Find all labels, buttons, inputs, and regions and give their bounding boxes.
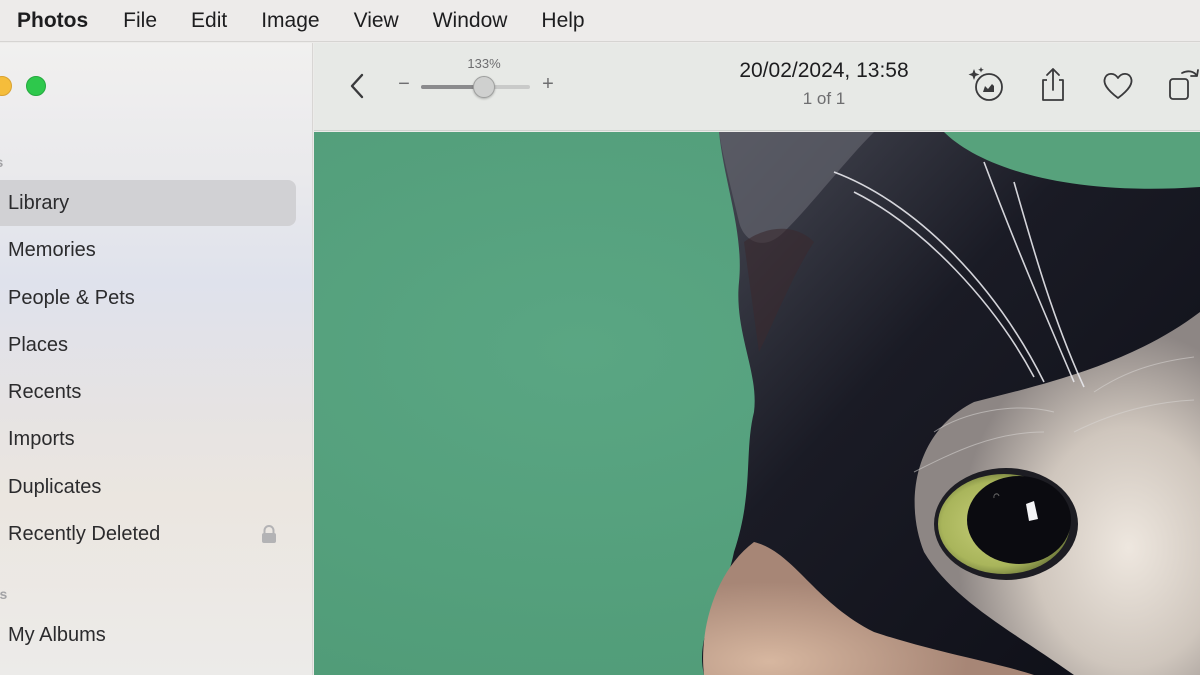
sidebar-item-memories[interactable]: Memories [0, 227, 296, 273]
sidebar-item-people-pets[interactable]: People & Pets [0, 275, 296, 321]
section-header-albums: ms [0, 586, 8, 602]
menu-photos[interactable]: Photos [0, 9, 106, 33]
zoom-slider-thumb[interactable] [473, 76, 496, 98]
share-icon[interactable] [1033, 65, 1073, 105]
sidebar-item-label: Duplicates [8, 475, 102, 498]
sidebar-item-library[interactable]: Library [0, 180, 296, 226]
photo-viewer[interactable] [314, 132, 1200, 675]
menu-edit[interactable]: Edit [174, 9, 244, 33]
sidebar-item-label: Places [8, 333, 69, 356]
sidebar-item-label: People & Pets [8, 286, 135, 309]
photo-date-title: 20/02/2024, 13:58 [739, 59, 909, 82]
zoom-level-label: 133% [467, 56, 501, 71]
menu-file[interactable]: File [106, 9, 174, 33]
zoom-in-button[interactable]: + [540, 73, 556, 96]
sidebar-item-label: Recents [8, 380, 82, 403]
sidebar-item-label: Library [8, 191, 70, 214]
zoom-window-button[interactable] [26, 76, 46, 96]
sidebar-item-imports[interactable]: Imports [0, 416, 296, 462]
auto-enhance-icon[interactable] [966, 65, 1006, 105]
sidebar: os Library Memories People & Pets Places… [0, 43, 313, 675]
sidebar-item-places[interactable]: Places [0, 322, 296, 368]
viewer-toolbar: 133% − + 20/02/2024, 13:58 1 of 1 [314, 43, 1200, 131]
menu-bar: Photos File Edit Image View Window Help [0, 0, 1200, 42]
sidebar-item-recents[interactable]: Recents [0, 369, 296, 415]
sidebar-item-recently-deleted[interactable]: Recently Deleted [0, 511, 296, 557]
sidebar-item-label: Imports [8, 427, 75, 450]
zoom-slider[interactable] [421, 76, 530, 98]
section-header-photos: os [0, 154, 3, 170]
sidebar-item-label: My Albums [8, 623, 106, 646]
back-chevron-icon[interactable] [344, 69, 370, 103]
sidebar-item-label: Memories [8, 238, 96, 261]
menu-window[interactable]: Window [416, 9, 525, 33]
photo-count: 1 of 1 [802, 89, 846, 108]
menu-view[interactable]: View [337, 9, 416, 33]
sidebar-item-label: Recently Deleted [8, 522, 161, 545]
cat-photo-image [314, 132, 1200, 675]
favorite-heart-icon[interactable] [1098, 65, 1138, 105]
sidebar-item-duplicates[interactable]: Duplicates [0, 464, 296, 510]
minimize-window-button[interactable] [0, 76, 12, 96]
lock-icon [262, 525, 276, 543]
sidebar-item-my-albums[interactable]: My Albums [0, 612, 296, 658]
menu-help[interactable]: Help [524, 9, 601, 33]
zoom-out-button[interactable]: − [396, 73, 412, 96]
rotate-icon[interactable] [1164, 65, 1200, 105]
menu-image[interactable]: Image [244, 9, 336, 33]
